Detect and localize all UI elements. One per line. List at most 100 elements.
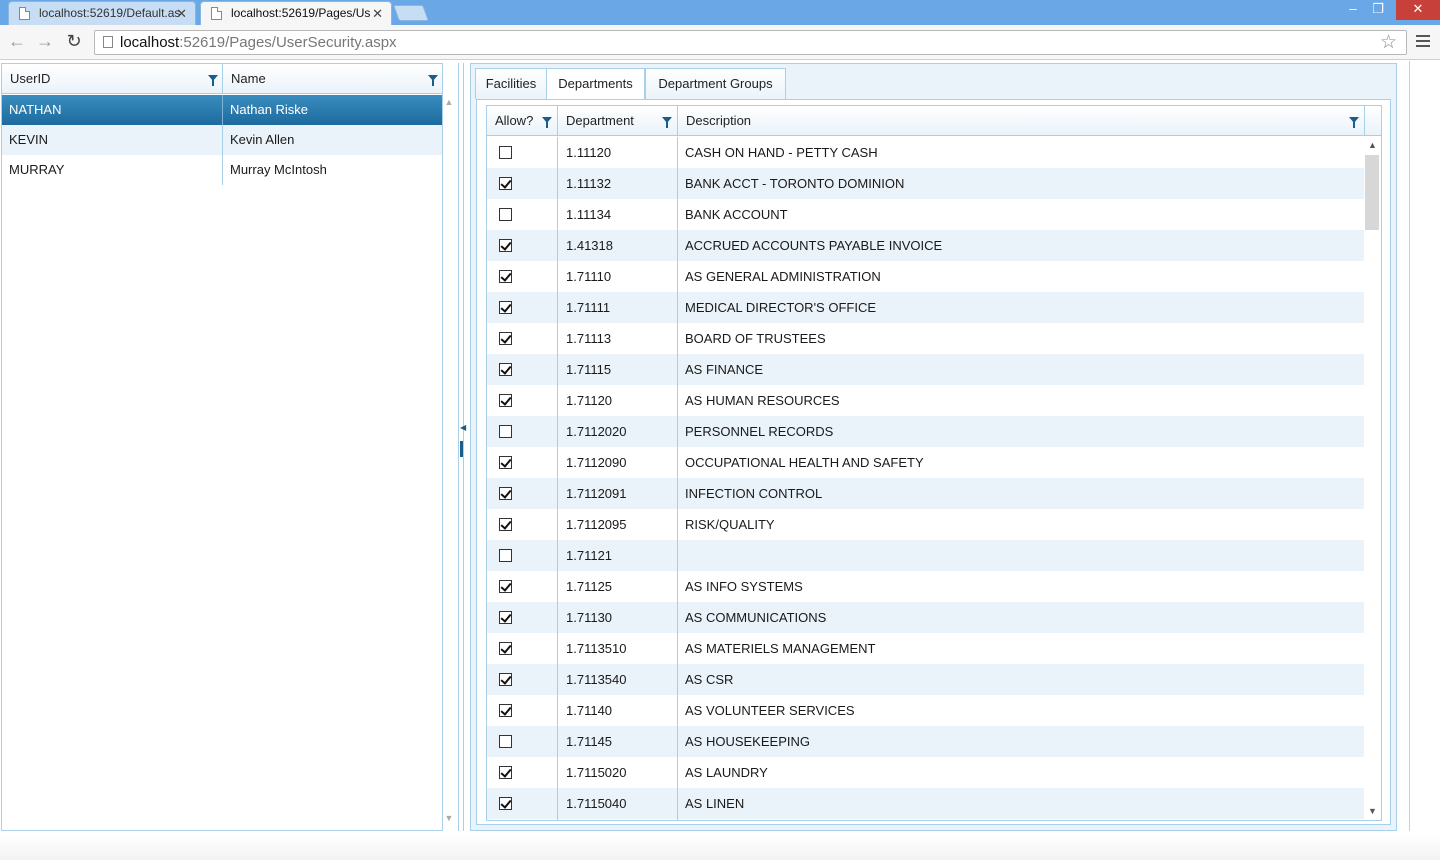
url-input[interactable]: localhost:52619/Pages/UserSecurity.aspx [94, 30, 1407, 55]
allow-cell [487, 323, 557, 354]
restore-button[interactable]: ❐ [1366, 0, 1390, 20]
table-row[interactable]: 1.7112090 OCCUPATIONAL HEALTH AND SAFETY [487, 447, 1364, 478]
table-row[interactable]: NATHAN Nathan Riske [2, 95, 442, 125]
table-row[interactable]: 1.7112095 RISK/QUALITY [487, 509, 1364, 540]
menu-icon[interactable] [1416, 35, 1430, 47]
table-row[interactable]: 1.71121 [487, 540, 1364, 571]
filter-icon[interactable] [1349, 117, 1359, 128]
allow-checkbox[interactable] [499, 797, 512, 810]
allow-checkbox[interactable] [499, 177, 512, 190]
allow-checkbox[interactable] [499, 735, 512, 748]
table-row[interactable]: 1.41318 ACCRUED ACCOUNTS PAYABLE INVOICE [487, 230, 1364, 261]
scroll-down-icon[interactable]: ▼ [1364, 806, 1381, 816]
allow-checkbox[interactable] [499, 363, 512, 376]
allow-cell [487, 571, 557, 602]
table-row[interactable]: MURRAY Murray McIntosh [2, 155, 442, 185]
column-header-description[interactable]: Description [678, 106, 1364, 136]
allow-checkbox[interactable] [499, 394, 512, 407]
allow-checkbox[interactable] [499, 580, 512, 593]
filter-icon[interactable] [428, 75, 438, 86]
allow-checkbox[interactable] [499, 208, 512, 221]
reload-button[interactable]: ↻ [63, 32, 85, 52]
allow-checkbox[interactable] [499, 611, 512, 624]
allow-checkbox[interactable] [499, 642, 512, 655]
minimize-button[interactable]: – [1342, 0, 1364, 20]
allow-checkbox[interactable] [499, 270, 512, 283]
scroll-up-icon[interactable]: ▲ [1364, 140, 1381, 150]
window-close-button[interactable]: ✕ [1396, 0, 1440, 20]
filter-icon[interactable] [208, 75, 218, 86]
tab-departments[interactable]: Departments [546, 68, 645, 100]
filter-icon[interactable] [662, 117, 672, 128]
allow-checkbox[interactable] [499, 673, 512, 686]
tab-close-icon[interactable]: ✕ [176, 2, 187, 25]
table-row[interactable]: 1.71140 AS VOLUNTEER SERVICES [487, 695, 1364, 726]
table-row[interactable]: 1.11134 BANK ACCOUNT [487, 199, 1364, 230]
tab-close-icon[interactable]: ✕ [372, 2, 383, 25]
splitter-grip-icon[interactable] [460, 441, 463, 457]
back-button[interactable]: ← [6, 32, 28, 52]
table-row[interactable]: 1.71145 AS HOUSEKEEPING [487, 726, 1364, 757]
allow-cell [487, 602, 557, 633]
allow-cell [487, 416, 557, 447]
table-row[interactable]: 1.7115020 AS LAUNDRY [487, 757, 1364, 788]
allow-cell [487, 199, 557, 230]
scrollbar-thumb[interactable] [1365, 155, 1379, 230]
allow-cell [487, 726, 557, 757]
department-cell: 1.7112020 [566, 424, 627, 439]
allow-checkbox[interactable] [499, 487, 512, 500]
column-header-department[interactable]: Department [558, 106, 677, 136]
scroll-down-icon[interactable]: ▼ [444, 813, 454, 823]
column-header-name[interactable]: Name [223, 64, 442, 94]
allow-checkbox[interactable] [499, 704, 512, 717]
permissions-tab-panel: Facilities Departments Department Groups… [470, 63, 1397, 831]
table-row[interactable]: 1.7112091 INFECTION CONTROL [487, 478, 1364, 509]
tab-department-groups[interactable]: Department Groups [645, 68, 786, 99]
table-row[interactable]: 1.71113 BOARD OF TRUSTEES [487, 323, 1364, 354]
table-row[interactable]: 1.11132 BANK ACCT - TORONTO DOMINION [487, 168, 1364, 199]
tab-facilities[interactable]: Facilities [475, 68, 547, 99]
table-row[interactable]: 1.71111 MEDICAL DIRECTOR'S OFFICE [487, 292, 1364, 323]
allow-checkbox[interactable] [499, 301, 512, 314]
table-row[interactable]: 1.71120 AS HUMAN RESOURCES [487, 385, 1364, 416]
filter-icon[interactable] [542, 117, 552, 128]
description-cell: OCCUPATIONAL HEALTH AND SAFETY [685, 455, 924, 470]
address-bar: ← → ↻ localhost:52619/Pages/UserSecurity… [0, 25, 1440, 60]
table-row[interactable]: 1.71110 AS GENERAL ADMINISTRATION [487, 261, 1364, 292]
table-row[interactable]: 1.7113510 AS MATERIELS MANAGEMENT [487, 633, 1364, 664]
pane-splitter[interactable]: ◀ [458, 63, 466, 831]
collapse-left-icon[interactable]: ◀ [460, 423, 466, 432]
allow-checkbox[interactable] [499, 239, 512, 252]
allow-checkbox[interactable] [499, 518, 512, 531]
users-grid-scrollbar[interactable]: ▲ ▼ [442, 93, 456, 829]
allow-checkbox[interactable] [499, 549, 512, 562]
table-row[interactable]: 1.71130 AS COMMUNICATIONS [487, 602, 1364, 633]
scroll-up-icon[interactable]: ▲ [444, 97, 454, 107]
description-cell: AS VOLUNTEER SERVICES [685, 703, 855, 718]
allow-cell [487, 354, 557, 385]
bookmark-star-icon[interactable]: ☆ [1380, 31, 1397, 54]
table-row[interactable]: 1.7112020 PERSONNEL RECORDS [487, 416, 1364, 447]
allow-checkbox[interactable] [499, 332, 512, 345]
table-row[interactable]: 1.7113540 AS CSR [487, 664, 1364, 695]
table-row[interactable]: 1.71125 AS INFO SYSTEMS [487, 571, 1364, 602]
department-cell: 1.71125 [566, 579, 613, 594]
departments-grid-scrollbar[interactable]: ▲ ▼ [1364, 137, 1381, 820]
browser-tab-default[interactable]: localhost:52619/Default.as ✕ [8, 1, 196, 25]
forward-button[interactable]: → [34, 32, 56, 52]
allow-cell [487, 292, 557, 323]
browser-tab-usersecurity[interactable]: localhost:52619/Pages/Us ✕ [200, 1, 392, 25]
table-row[interactable]: 1.7115040 AS LINEN [487, 788, 1364, 819]
allow-checkbox[interactable] [499, 146, 512, 159]
allow-checkbox[interactable] [499, 766, 512, 779]
table-row[interactable]: 1.11120 CASH ON HAND - PETTY CASH [487, 137, 1364, 168]
table-row[interactable]: 1.71115 AS FINANCE [487, 354, 1364, 385]
table-row[interactable]: KEVIN Kevin Allen [2, 125, 442, 155]
new-tab-button[interactable] [393, 5, 429, 21]
allow-checkbox[interactable] [499, 425, 512, 438]
users-grid-rows: NATHAN Nathan Riske KEVIN Kevin Allen MU… [2, 95, 442, 185]
allow-checkbox[interactable] [499, 456, 512, 469]
column-header-userid[interactable]: UserID [2, 64, 222, 94]
department-cell: 1.71121 [566, 548, 613, 563]
document-icon [211, 7, 222, 20]
